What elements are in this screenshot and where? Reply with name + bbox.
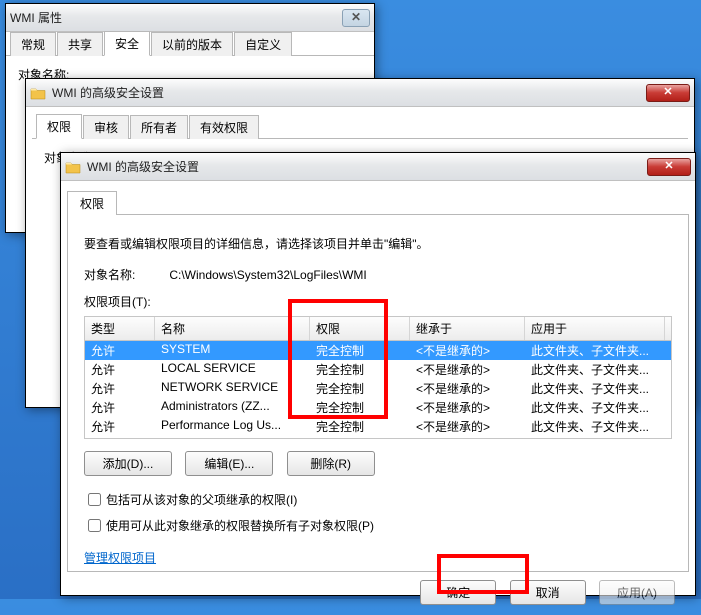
- tab-previous-versions[interactable]: 以前的版本: [151, 32, 233, 56]
- cancel-button[interactable]: 取消: [510, 580, 586, 605]
- list-body[interactable]: 允许 SYSTEM 完全控制 <不是继承的> 此文件夹、子文件夹... 允许 L…: [84, 341, 672, 439]
- tab-share[interactable]: 共享: [57, 32, 103, 56]
- items-label: 权限项目(T):: [84, 293, 672, 310]
- titlebar-2[interactable]: WMI 的高级安全设置 ✕: [26, 79, 694, 107]
- header-inherit[interactable]: 继承于: [410, 317, 525, 340]
- tabstrip-2: 权限 审核 所有者 有效权限: [32, 115, 688, 139]
- list-row[interactable]: 允许 Administrators (ZZ... 完全控制 <不是继承的> 此文…: [85, 398, 671, 417]
- list-header: 类型 名称 权限 继承于 应用于: [84, 316, 672, 341]
- folder-icon: [65, 159, 81, 175]
- remove-button[interactable]: 删除(R): [287, 451, 375, 476]
- list-row[interactable]: 允许 LOCAL SERVICE 完全控制 <不是继承的> 此文件夹、子文件夹.…: [85, 360, 671, 379]
- instruction-text: 要查看或编辑权限项目的详细信息，请选择该项目并单击"编辑"。: [84, 235, 672, 252]
- close-icon[interactable]: ✕: [646, 84, 690, 102]
- titlebar-3[interactable]: WMI 的高级安全设置 ✕: [61, 153, 695, 181]
- tab-effective[interactable]: 有效权限: [189, 115, 259, 139]
- add-button[interactable]: 添加(D)...: [84, 451, 172, 476]
- apply-button[interactable]: 应用(A): [599, 580, 675, 605]
- tabstrip-1: 常规 共享 安全 以前的版本 自定义: [6, 32, 374, 56]
- window-title-3: WMI 的高级安全设置: [87, 158, 647, 175]
- window-title-1: WMI 属性: [10, 9, 342, 26]
- tab-permissions-3[interactable]: 权限: [67, 191, 117, 215]
- tab-security[interactable]: 安全: [104, 31, 150, 56]
- titlebar-1[interactable]: WMI 属性 ✕: [6, 4, 374, 32]
- header-apply[interactable]: 应用于: [525, 317, 665, 340]
- object-name-label-3: 对象名称:: [84, 266, 166, 283]
- header-type[interactable]: 类型: [85, 317, 155, 340]
- manage-permissions-link[interactable]: 管理权限项目: [84, 551, 156, 565]
- tab-owner[interactable]: 所有者: [130, 115, 188, 139]
- advanced-security-window-front: WMI 的高级安全设置 ✕ 权限 要查看或编辑权限项目的详细信息，请选择该项目并…: [60, 152, 696, 596]
- edit-button[interactable]: 编辑(E)...: [185, 451, 273, 476]
- permissions-panel: 要查看或编辑权限项目的详细信息，请选择该项目并单击"编辑"。 对象名称: C:\…: [67, 214, 689, 572]
- dialog-buttons: 确定 取消 应用(A): [61, 572, 695, 615]
- object-path: C:\Windows\System32\LogFiles\WMI: [169, 268, 366, 282]
- header-name[interactable]: 名称: [155, 317, 310, 340]
- folder-icon: [30, 85, 46, 101]
- include-inherit-checkbox[interactable]: [88, 493, 101, 506]
- ok-button[interactable]: 确定: [420, 580, 496, 605]
- tab-general[interactable]: 常规: [10, 32, 56, 56]
- replace-child-label: 使用可从此对象继承的权限替换所有子对象权限(P): [106, 517, 374, 534]
- list-row[interactable]: 允许 NETWORK SERVICE 完全控制 <不是继承的> 此文件夹、子文件…: [85, 379, 671, 398]
- replace-child-checkbox[interactable]: [88, 519, 101, 532]
- tab-permissions-2[interactable]: 权限: [36, 114, 82, 139]
- tab-audit[interactable]: 审核: [83, 115, 129, 139]
- header-perm[interactable]: 权限: [310, 317, 410, 340]
- include-inherit-label: 包括可从该对象的父项继承的权限(I): [106, 491, 297, 508]
- list-row[interactable]: 允许 SYSTEM 完全控制 <不是继承的> 此文件夹、子文件夹...: [85, 341, 671, 360]
- close-icon[interactable]: ✕: [342, 9, 370, 27]
- list-row[interactable]: 允许 Performance Log Us... 完全控制 <不是继承的> 此文…: [85, 417, 671, 436]
- permissions-list[interactable]: 类型 名称 权限 继承于 应用于 允许 SYSTEM 完全控制 <不是继承的> …: [84, 316, 672, 439]
- tab-custom[interactable]: 自定义: [234, 32, 292, 56]
- close-icon[interactable]: ✕: [647, 158, 691, 176]
- window-title-2: WMI 的高级安全设置: [52, 84, 646, 101]
